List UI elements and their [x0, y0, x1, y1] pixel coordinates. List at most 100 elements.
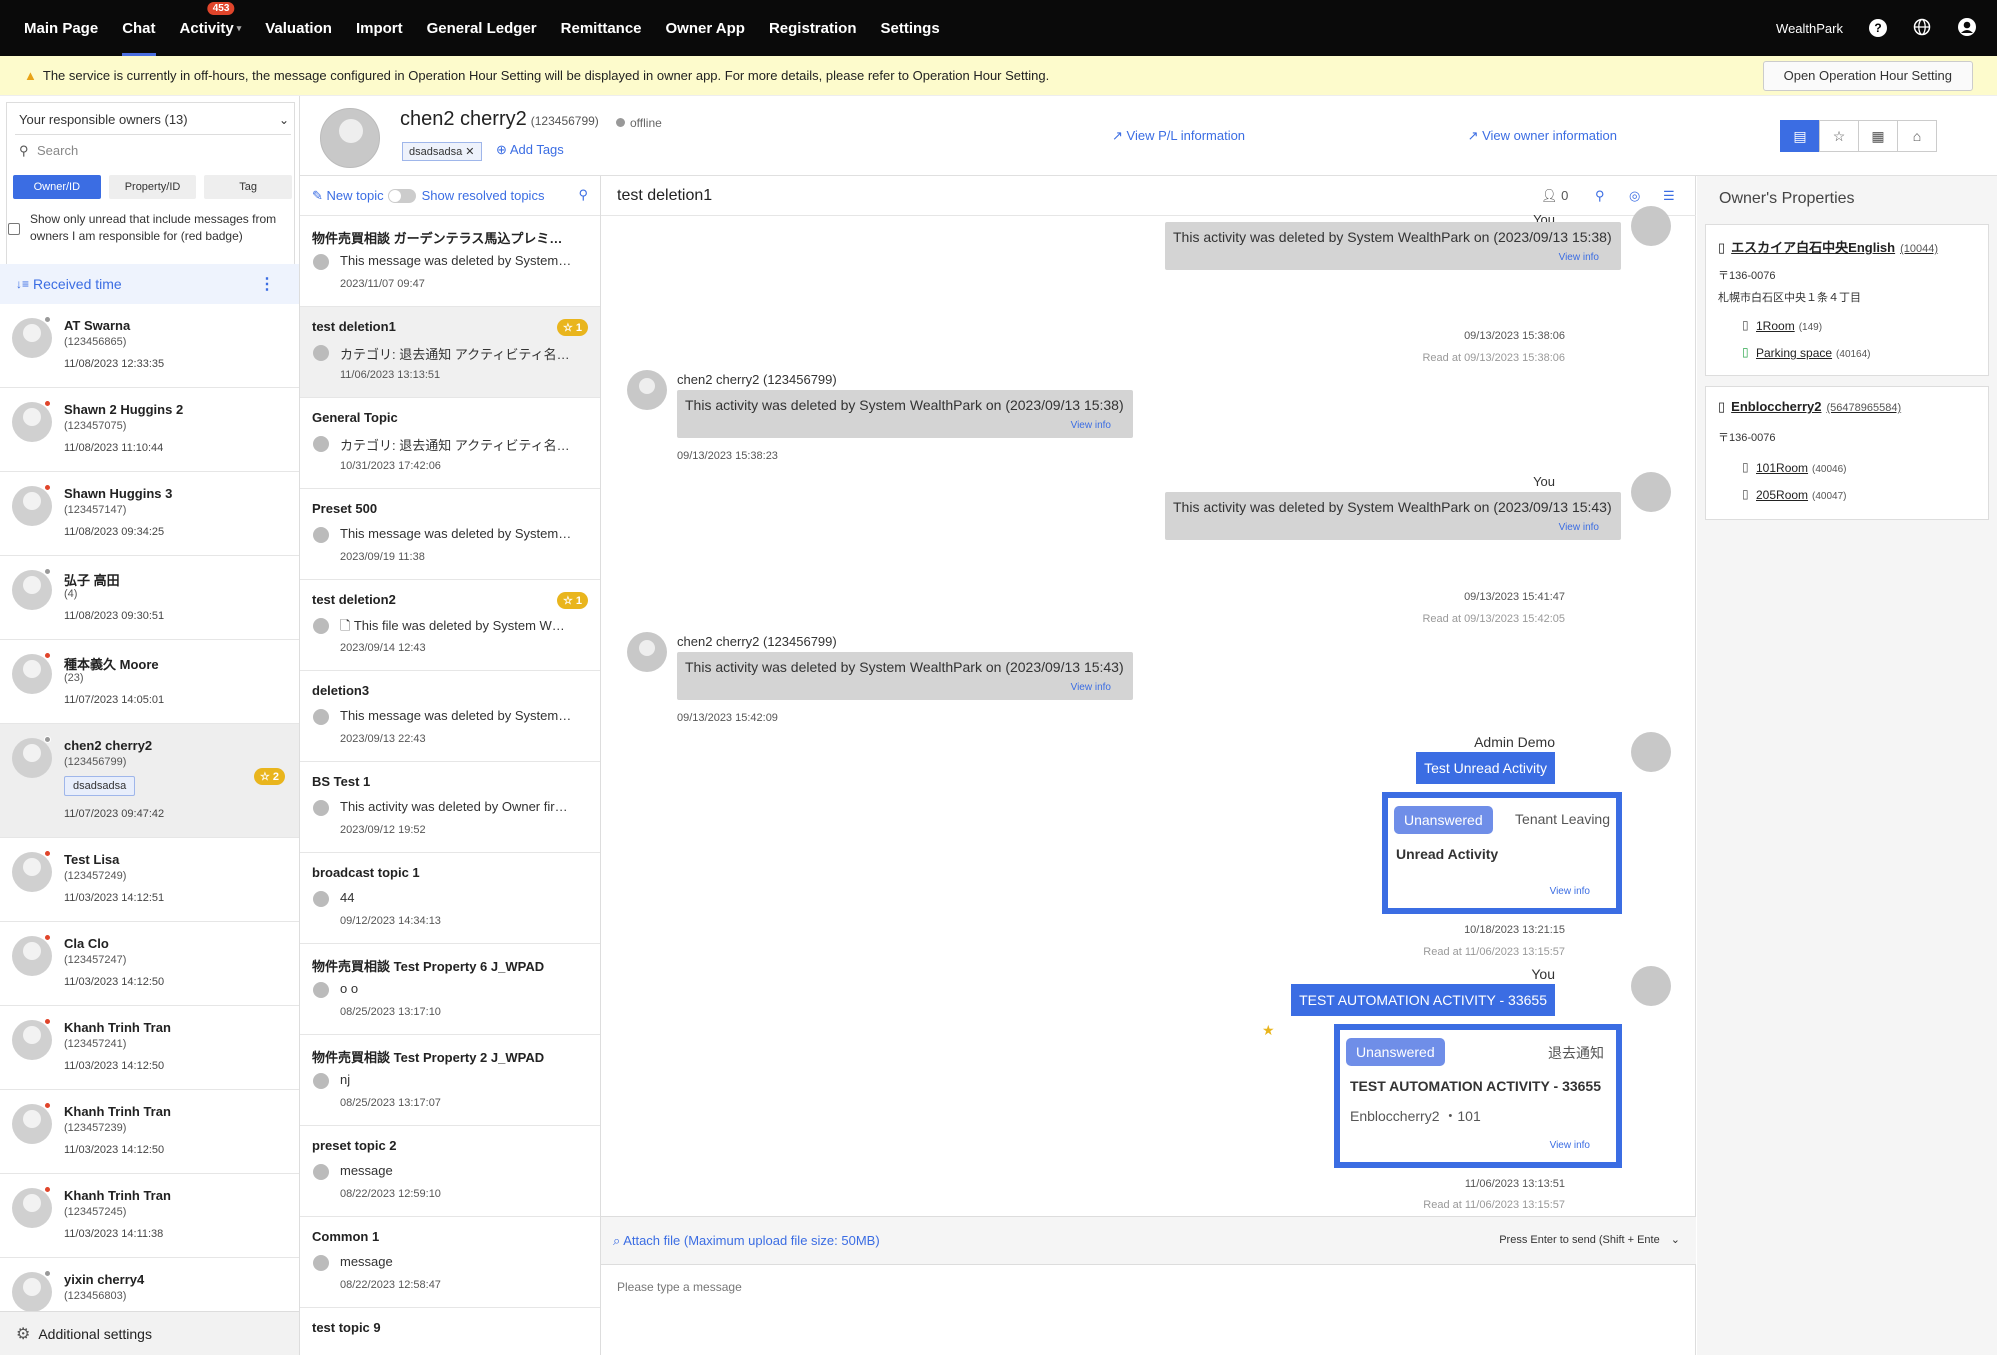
- unread-dot: [44, 316, 51, 323]
- owner-list-item[interactable]: chen2 cherry2 (123456799) 11/07/2023 09:47…: [0, 724, 299, 838]
- topic-item[interactable]: General Topic カテゴリ: 退去通知 アクティビティ名… 10/31/2…: [300, 398, 600, 489]
- sort-label[interactable]: Received time: [33, 276, 122, 292]
- room-name: Parking space: [1756, 346, 1833, 360]
- sender-name: chen2 cherry2 (123456799): [677, 634, 837, 649]
- add-tags-button[interactable]: ⊕ Add Tags: [496, 142, 564, 158]
- sort-icon[interactable]: ↓≡: [16, 277, 29, 291]
- avatar: [320, 108, 380, 168]
- topic-item[interactable]: 物件売買相談 Test Property 2 J_WPAD nj 08/25/202…: [300, 1035, 600, 1126]
- view-info-link[interactable]: View info: [1550, 886, 1590, 897]
- room-item[interactable]: ▯ Parking space (40164): [1742, 345, 1871, 360]
- nav-remittance[interactable]: Remittance: [549, 0, 654, 56]
- nav-general-ledger[interactable]: General Ledger: [415, 0, 549, 56]
- view-info-link[interactable]: View info: [1071, 682, 1111, 693]
- view-owner-link[interactable]: ↗ View owner information: [1468, 128, 1617, 144]
- view-info-link[interactable]: View info: [1071, 420, 1111, 431]
- segment-owner-id[interactable]: Owner/ID: [13, 175, 101, 199]
- topic-item[interactable]: 物件売買相談 Test Property 6 J_WPAD o o 08/25/20…: [300, 944, 600, 1035]
- topic-item[interactable]: Preset 500 This message was deleted by Sy…: [300, 489, 600, 580]
- topic-item[interactable]: deletion3 This message was deleted by Sys…: [300, 671, 600, 762]
- topic-item[interactable]: BS Test 1 This activity was deleted by Ow…: [300, 762, 600, 853]
- owner-list-item[interactable]: Khanh Trinh Tran (123457239) 11/03/2023 14…: [0, 1090, 299, 1174]
- owner-list-item[interactable]: Shawn 2 Huggins 2 (123457075) 11/08/2023 1…: [0, 388, 299, 472]
- sender-you: You: [1531, 966, 1555, 982]
- kebab-menu-icon[interactable]: ⋮: [259, 274, 275, 294]
- checkbox-icon[interactable]: [8, 223, 20, 235]
- message-timestamp: 09/13/2023 15:38:23: [677, 450, 778, 462]
- segment-tag[interactable]: Tag: [204, 175, 293, 199]
- message-bubble: This activity was deleted by System Weal…: [1165, 222, 1621, 270]
- topic-item[interactable]: broadcast topic 1 44 09/12/2023 14:34:13: [300, 853, 600, 944]
- segment-property-id[interactable]: Property/ID: [108, 175, 197, 199]
- property-name[interactable]: ▯ Enbloccherry2 (56478965584): [1718, 399, 1901, 415]
- settings-sliders-icon[interactable]: ☰: [1663, 176, 1675, 216]
- open-operation-hour-setting-button[interactable]: Open Operation Hour Setting: [1762, 61, 1973, 91]
- star-icon[interactable]: ☆: [1819, 120, 1859, 152]
- owner-list-item[interactable]: Khanh Trinh Tran (123457241) 11/03/2023 14…: [0, 1006, 299, 1090]
- avatar: [12, 738, 52, 778]
- topic-item[interactable]: Common 1 message 08/22/2023 12:58:47: [300, 1217, 600, 1308]
- unread-only-checkbox[interactable]: Show only unread that include messages f…: [8, 211, 293, 245]
- question-circle-icon[interactable]: ?: [1869, 19, 1887, 37]
- globe-icon[interactable]: [1913, 18, 1931, 39]
- view-info-link[interactable]: View info: [1559, 252, 1599, 263]
- search-icon[interactable]: ⚲: [578, 187, 588, 203]
- owner-list-item[interactable]: Shawn Huggins 3 (123457147) 11/08/2023 09:…: [0, 472, 299, 556]
- nav-import[interactable]: Import: [344, 0, 415, 56]
- nav-activity[interactable]: Activity ▾ 453: [168, 0, 254, 56]
- owner-search-input[interactable]: ⚲ Search: [15, 139, 291, 163]
- activity-card[interactable]: Unanswered Tenant Leaving Unread Activit…: [1382, 792, 1622, 914]
- brand-name[interactable]: WealthPark: [1776, 21, 1843, 36]
- topic-item[interactable]: test deletion2 🗋︎ This file was deleted b…: [300, 580, 600, 671]
- topic-item[interactable]: 物件売買相談 ガーデンテラス馬込プレミ… This message was del…: [300, 216, 600, 307]
- chat-panel: test deletion1 👤︎ 0 ⚲ ◎ ☰ You This activ…: [601, 176, 1696, 1355]
- view-info-link[interactable]: View info: [1559, 522, 1599, 533]
- new-topic-button[interactable]: ✎ New topic: [312, 188, 384, 204]
- additional-settings-button[interactable]: ⚙ Additional settings: [0, 1311, 299, 1355]
- close-icon[interactable]: ✕: [465, 146, 474, 158]
- room-item[interactable]: ▯ 1Room (149): [1742, 318, 1822, 333]
- topic-item[interactable]: test topic 9: [300, 1308, 600, 1355]
- tag-icon[interactable]: ⌂: [1897, 120, 1937, 152]
- participants-icon[interactable]: 👤︎ 0: [1541, 176, 1568, 216]
- room-item[interactable]: ▯ 101Room (40046): [1742, 460, 1847, 475]
- warning-icon: ▲: [24, 68, 37, 83]
- sender-name: chen2 cherry2 (123456799): [677, 372, 837, 387]
- owner-list-item[interactable]: 弘子 高田 (4) 11/08/2023 09:30:51: [0, 556, 299, 640]
- topic-item[interactable]: preset topic 2 message 08/22/2023 12:59:10: [300, 1126, 600, 1217]
- properties-view-icon[interactable]: ▤: [1780, 120, 1820, 152]
- show-resolved-label[interactable]: Show resolved topics: [422, 188, 545, 203]
- owner-list-item[interactable]: AT Swarna (123456865) 11/08/2023 12:33:35: [0, 304, 299, 388]
- attach-file-button[interactable]: ⌕ Attach file (Maximum upload file size:…: [613, 1233, 880, 1249]
- user-circle-icon[interactable]: [1957, 17, 1977, 40]
- view-pl-link[interactable]: ↗ View P/L information: [1112, 128, 1245, 144]
- room-item[interactable]: ▯ 205Room (40047): [1742, 487, 1847, 502]
- star-icon[interactable]: ★: [1262, 1022, 1275, 1039]
- owner-list-item[interactable]: Test Lisa (123457249) 11/03/2023 14:12:51: [0, 838, 299, 922]
- topic-item[interactable]: test deletion1 カテゴリ: 退去通知 アクティビティ名… 11/06/…: [300, 307, 600, 398]
- owner-list-item[interactable]: Khanh Trinh Tran (123457245) 11/03/2023 14…: [0, 1174, 299, 1258]
- owner-scope-select[interactable]: Your responsible owners (13) ⌄: [15, 109, 291, 135]
- nav-settings[interactable]: Settings: [868, 0, 951, 56]
- activity-tag[interactable]: Test Unread Activity: [1416, 752, 1555, 784]
- show-resolved-toggle[interactable]: [387, 188, 416, 203]
- owner-list-item[interactable]: Cla Clo (123457247) 11/03/2023 14:12:50: [0, 922, 299, 1006]
- message-input[interactable]: Please type a message: [617, 1280, 742, 1294]
- view-info-link[interactable]: View info: [1550, 1140, 1590, 1151]
- property-name[interactable]: ▯ エスカイア白石中央English (10044): [1718, 237, 1938, 256]
- topic-last-message-text: message: [340, 1254, 393, 1269]
- notes-icon[interactable]: ▦: [1858, 120, 1898, 152]
- nav-chat[interactable]: Chat: [110, 0, 167, 56]
- add-tags-label: Add Tags: [509, 142, 564, 157]
- owner-list-item[interactable]: 種本義久 Moore (23) 11/07/2023 14:05:01: [0, 640, 299, 724]
- send-mode-select[interactable]: Press Enter to send (Shift + Ente ⌄: [1499, 1233, 1680, 1246]
- search-icon[interactable]: ⚲: [1595, 176, 1605, 216]
- activity-card[interactable]: Unanswered 退去通知 TEST AUTOMATION ACTIVITY…: [1334, 1024, 1622, 1168]
- nav-owner-app[interactable]: Owner App: [654, 0, 757, 56]
- message-timestamp: 10/18/2023 13:21:15: [1464, 924, 1565, 936]
- nav-registration[interactable]: Registration: [757, 0, 869, 56]
- nav-main-page[interactable]: Main Page: [0, 0, 110, 56]
- nav-valuation[interactable]: Valuation: [253, 0, 344, 56]
- activity-tag[interactable]: TEST AUTOMATION ACTIVITY - 33655: [1291, 984, 1555, 1016]
- owner-name: Shawn Huggins 3: [64, 486, 173, 501]
